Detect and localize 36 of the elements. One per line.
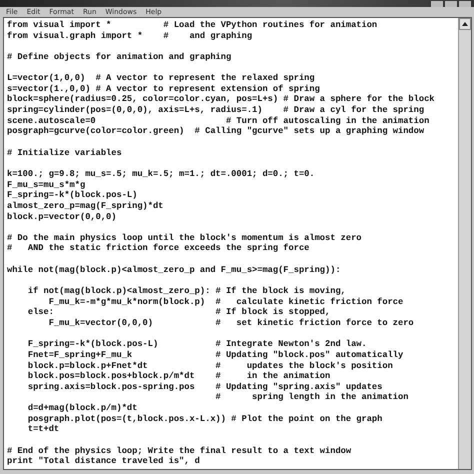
code-line: posgraph=gcurve(color=color.green) # Calling "gcurve" sets up a graphing window — [7, 126, 426, 138]
code-line: block.pos=block.pos+block.p/m*dt # in the animation — [26, 371, 332, 382]
code-line: L=vector(1,0,0) # A vector to represent the relaxed spring — [7, 73, 316, 84]
code-line: t=t+dt — [26, 424, 60, 435]
scrollbar[interactable] — [458, 18, 471, 469]
code-line: posgraph.plot(pos=(t,block.pos.x-L.x)) # Plot the point on the graph — [26, 414, 384, 424]
code-line: # End of the physics loop; Write the final result to a text window — [7, 446, 352, 456]
code-line: block.p=block.p+Fnet*dt # updates the block's position — [26, 360, 394, 372]
code-line: print "Total distance traveled is", d — [7, 456, 201, 467]
up-arrow-icon — [462, 22, 468, 26]
code-line: F_spring=-k*(block.pos-L) — [7, 190, 138, 201]
code-line: from visual import * # Load the VPython routines for animation — [7, 20, 378, 31]
code-line: scene.autoscale=0 # Turn off autoscaling in the animation — [7, 116, 430, 126]
code-line: F_spring=-k*(block.pos-L) # Integrate Newton's 2nd law. — [26, 339, 368, 350]
code-line: block=sphere(radius=0.25, color=color.cyan, pos=L+s) # Draw a sphere for the block — [7, 94, 436, 106]
code-line: almost_zero_p=mag(F_spring)*dt — [7, 200, 164, 212]
code-line: while not(mag(block.p)<almost_zero_p and F_mu_s>=mag(F_spring)): — [7, 264, 342, 276]
code-line: # AND the static friction force exceeds the spring force — [7, 243, 310, 254]
code-line: from visual.graph import * # and graphing — [7, 30, 254, 42]
code-line: # spring length in the animation — [214, 392, 410, 404]
code-line: Fnet=F_spring+F_mu_k # Updating "block.pos" automatically — [26, 350, 404, 360]
code-line: # Initialize variables — [7, 148, 123, 158]
code-line: block.p=vector(0,0,0) — [7, 212, 118, 222]
scroll-up-button[interactable] — [459, 18, 471, 30]
code-line: F_mu_k=-m*g*mu_k*norm(block.p) # calculate kinetic friction force — [48, 296, 404, 308]
code-line: else: # If block is stopped, — [26, 307, 332, 318]
code-line: F_mu_s=mu_s*m*g — [7, 180, 86, 190]
code-line: s=vector(1.,0,0) # A vector to represent extension of spring — [7, 84, 321, 94]
code-line: if not(mag(block.p)<almost_zero_p): # If the block is moving, — [26, 286, 347, 297]
code-line: # Do the main physics loop until the block's momentum is almost zero — [7, 232, 363, 244]
code-line: d=d+mag(block.p/m)*dt — [26, 403, 138, 414]
code-line: spring=cylinder(pos=(0,0,0), axis=L+s, radius=.1) # Draw a cyl for the spring — [7, 105, 426, 116]
code-line: # Define objects for animation and graphing — [7, 52, 232, 63]
code-line: k=100.; g=9.8; mu_s=.5; mu_k=.5; m=1.; dt=.0001; d=0.; t=0. — [7, 168, 316, 180]
code-line: spring.axis=block.pos-spring.pos # Updating "spring.axis" updates — [26, 382, 384, 392]
code-line: F_mu_k=vector(0,0,0) # set kinetic friction force to zero — [48, 318, 415, 329]
